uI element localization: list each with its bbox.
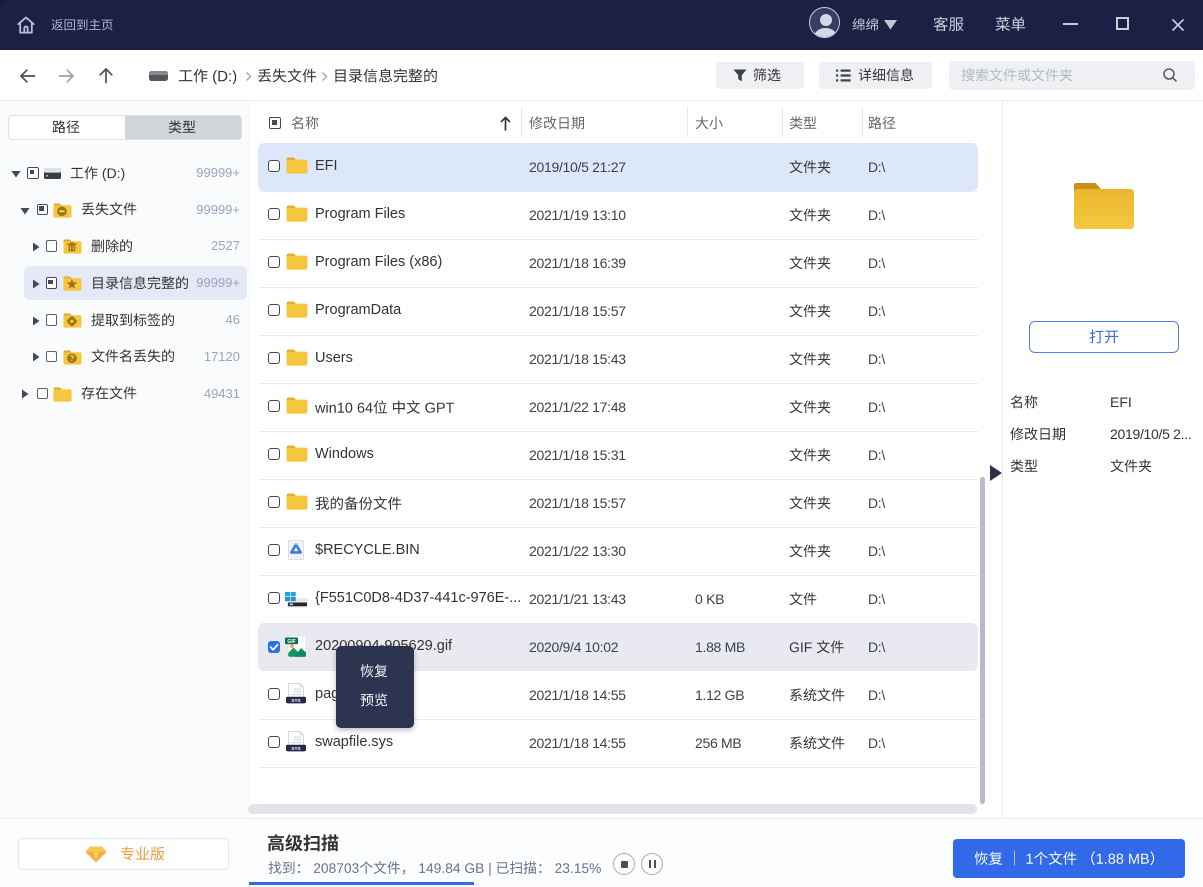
svg-text:GIF: GIF <box>287 639 295 645</box>
svg-text:?: ? <box>69 353 74 362</box>
svg-text:SYS: SYS <box>291 746 300 751</box>
svg-text:SYS: SYS <box>291 698 300 703</box>
